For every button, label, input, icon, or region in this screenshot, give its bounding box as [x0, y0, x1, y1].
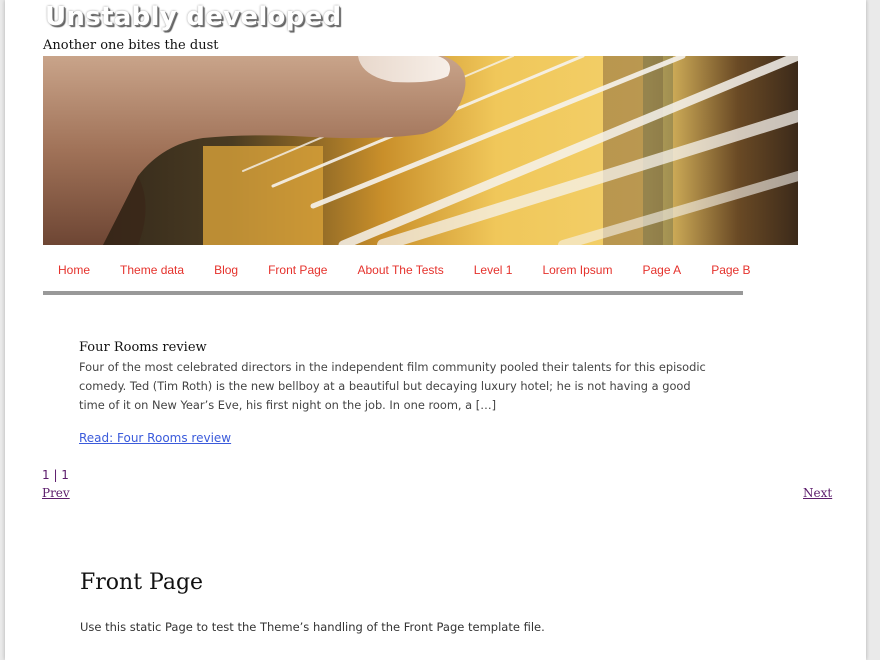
nav-item-theme-data[interactable]: Theme data — [105, 255, 199, 277]
nav-item-page-a[interactable]: Page A — [627, 255, 696, 277]
prev-link[interactable]: Prev — [42, 486, 70, 500]
nav-item-front-page[interactable]: Front Page — [253, 255, 342, 277]
post-excerpt: Four of the most celebrated directors in… — [79, 360, 706, 412]
site-title[interactable]: Unstably developed — [45, 2, 341, 32]
next-link[interactable]: Next — [803, 486, 832, 500]
page-count: 1 | 1 — [42, 468, 69, 482]
nav-item-blog[interactable]: Blog — [199, 255, 253, 277]
page: Unstably developed Another one bites the… — [5, 0, 866, 660]
nav-item-page-b[interactable]: Page B — [696, 255, 765, 277]
site-description: Another one bites the dust — [43, 38, 219, 53]
post-summary: Four Rooms review Four of the most celeb… — [79, 340, 709, 415]
nav-item-level-1[interactable]: Level 1 — [459, 255, 528, 277]
header-image — [43, 56, 798, 245]
nav-item-home[interactable]: Home — [43, 255, 105, 277]
nav-item-lorem-ipsum[interactable]: Lorem Ipsum — [527, 255, 627, 277]
guitar-strings-photo-icon — [43, 56, 798, 245]
post-title: Four Rooms review — [79, 340, 207, 355]
front-page-text: Use this static Page to test the Theme’s… — [80, 620, 545, 634]
read-more-link[interactable]: Read: Four Rooms review — [79, 431, 231, 445]
front-page-title: Front Page — [80, 570, 204, 595]
main-navigation: Home Theme data Blog Front Page About Th… — [43, 255, 751, 295]
nav-item-about-the-tests[interactable]: About The Tests — [342, 255, 458, 277]
